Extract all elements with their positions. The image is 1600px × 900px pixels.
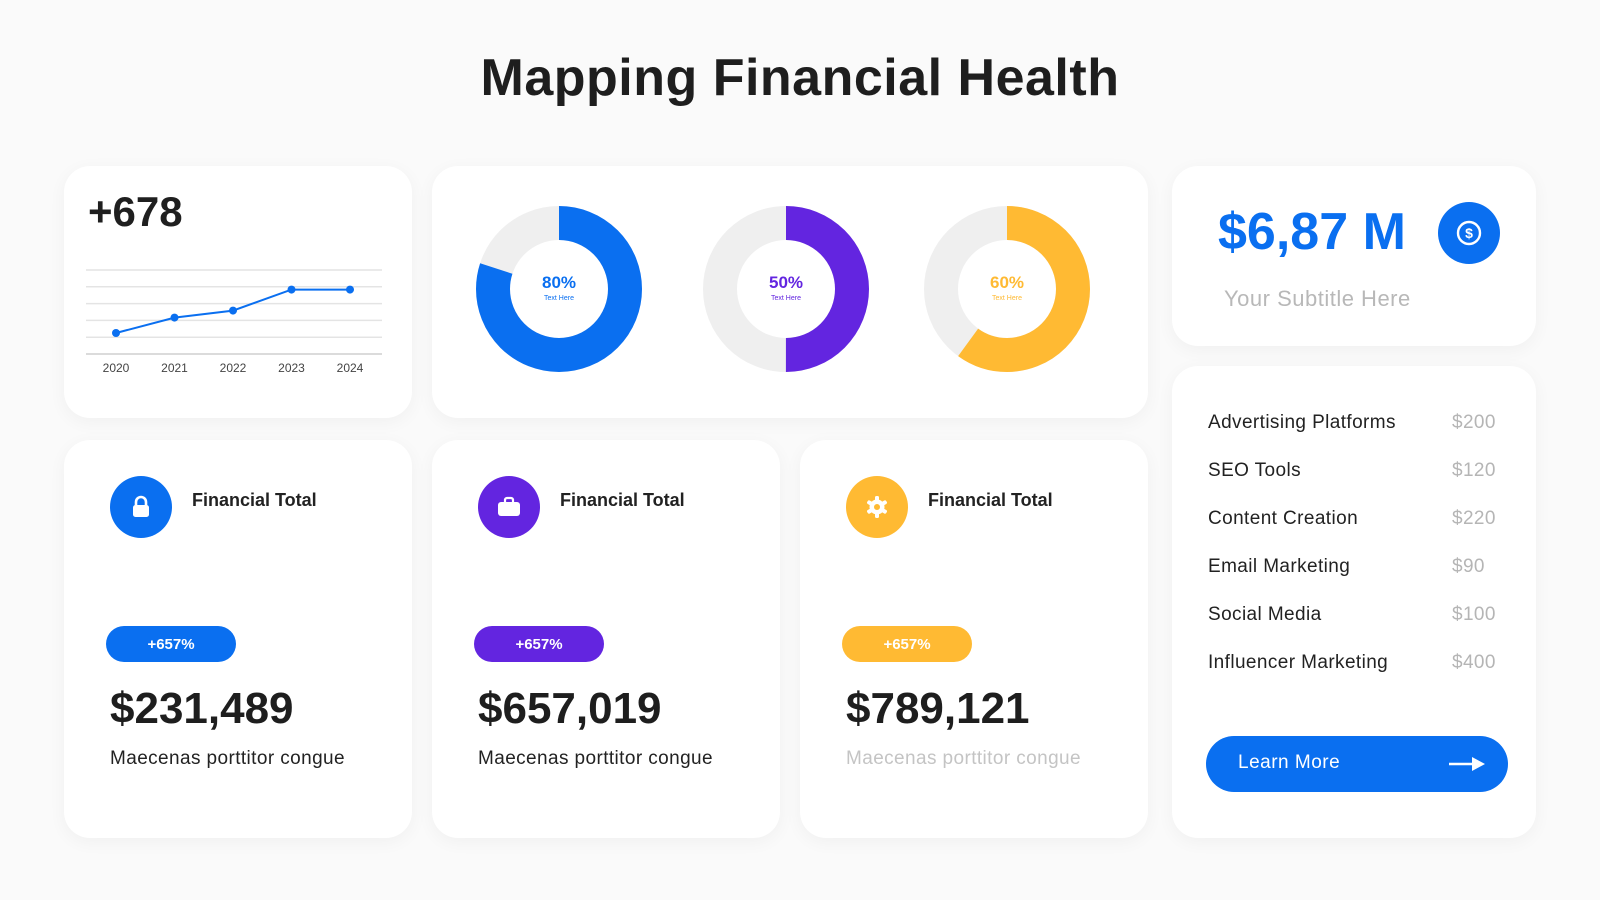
data-point bbox=[229, 306, 237, 315]
list-item-name: Influencer Marketing bbox=[1208, 652, 1389, 673]
stat-label: Financial Total bbox=[192, 490, 317, 510]
list-item: Advertising Platforms $200 bbox=[1208, 412, 1504, 442]
learn-more-button[interactable]: Learn More bbox=[1206, 736, 1508, 792]
arrow-right-icon bbox=[1449, 757, 1485, 771]
revenue-value: $6,87 M bbox=[1218, 203, 1406, 261]
stat-description: Maecenas porttitor congue bbox=[110, 748, 345, 769]
data-point bbox=[287, 285, 296, 294]
donut-sublabel: Text Here bbox=[771, 294, 801, 302]
learn-more-label: Learn More bbox=[1238, 752, 1341, 773]
lock-icon bbox=[110, 476, 172, 538]
list-item-name: Social Media bbox=[1208, 604, 1322, 625]
x-tick-label: 2023 bbox=[278, 361, 305, 375]
donut-charts-card: 80% Text Here 50% Text Here 60% Text Her… bbox=[432, 166, 1148, 418]
list-item-value: $100 bbox=[1452, 604, 1496, 625]
data-point bbox=[170, 313, 179, 322]
donut-sublabel: Text Here bbox=[544, 294, 574, 302]
dollar-coin-icon: $ bbox=[1438, 202, 1500, 264]
donut-percent-label: 80% bbox=[541, 272, 577, 292]
list-item-value: $200 bbox=[1452, 412, 1496, 433]
stat-label: Financial Total bbox=[560, 490, 685, 510]
gear-icon bbox=[846, 476, 908, 538]
list-item-name: Content Creation bbox=[1208, 508, 1359, 529]
growth-badge: +657% bbox=[474, 626, 604, 662]
donut-percent-label: 60% bbox=[989, 272, 1025, 292]
list-item-value: $400 bbox=[1452, 652, 1496, 673]
list-item-value: $220 bbox=[1452, 508, 1496, 529]
stat-description: Maecenas porttitor congue bbox=[846, 748, 1081, 769]
growth-line-chart: 2020 2021 2022 2023 2024 bbox=[86, 269, 382, 375]
x-tick-label: 2020 bbox=[103, 361, 130, 375]
donut-chart-2: 50% Text Here bbox=[703, 206, 869, 372]
x-tick-label: 2022 bbox=[220, 361, 247, 375]
donut-percent-label: 50% bbox=[768, 272, 804, 292]
financial-total-card-2: Financial Total +657% $657,019 Maecenas … bbox=[432, 440, 780, 838]
financial-total-card-3: Financial Total +657% $789,121 Maecenas … bbox=[800, 440, 1148, 838]
stat-value: $231,489 bbox=[110, 684, 294, 733]
svg-text:$: $ bbox=[1465, 225, 1473, 241]
revenue-card: $6,87 M $ Your Subtitle Here bbox=[1172, 166, 1536, 346]
x-tick-label: 2021 bbox=[161, 361, 188, 375]
list-item: Email Marketing $90 bbox=[1208, 556, 1504, 586]
data-point bbox=[112, 329, 120, 337]
x-tick-label: 2024 bbox=[337, 361, 364, 375]
donut-chart-1: 80% Text Here bbox=[476, 206, 642, 372]
list-item: Influencer Marketing $400 bbox=[1208, 652, 1504, 682]
list-item-value: $120 bbox=[1452, 460, 1496, 481]
revenue-subtitle: Your Subtitle Here bbox=[1224, 286, 1411, 311]
stat-value: $657,019 bbox=[478, 684, 662, 733]
list-item: Social Media $100 bbox=[1208, 604, 1504, 634]
stat-value: $789,121 bbox=[846, 684, 1030, 733]
growth-badge: +657% bbox=[106, 626, 236, 662]
donut-chart-3: 60% Text Here bbox=[924, 206, 1090, 372]
list-item-name: Email Marketing bbox=[1208, 556, 1351, 577]
page-title: Mapping Financial Health bbox=[480, 49, 1120, 107]
list-item-name: Advertising Platforms bbox=[1208, 412, 1396, 433]
list-item: SEO Tools $120 bbox=[1208, 460, 1504, 490]
briefcase-icon bbox=[478, 476, 540, 538]
donut-sublabel: Text Here bbox=[992, 294, 1022, 302]
growth-line-card: +678 2020 2021 2022 2023 2024 bbox=[64, 166, 412, 418]
list-item-name: SEO Tools bbox=[1208, 460, 1302, 481]
stat-label: Financial Total bbox=[928, 490, 1053, 510]
growth-badge: +657% bbox=[842, 626, 972, 662]
list-item: Content Creation $220 bbox=[1208, 508, 1504, 538]
stat-description: Maecenas porttitor congue bbox=[478, 748, 713, 769]
financial-total-card-1: Financial Total +657% $231,489 Maecenas … bbox=[64, 440, 412, 838]
data-point bbox=[346, 285, 354, 294]
budget-list-card: Advertising Platforms $200 SEO Tools $12… bbox=[1172, 366, 1536, 838]
list-item-value: $90 bbox=[1452, 556, 1485, 577]
